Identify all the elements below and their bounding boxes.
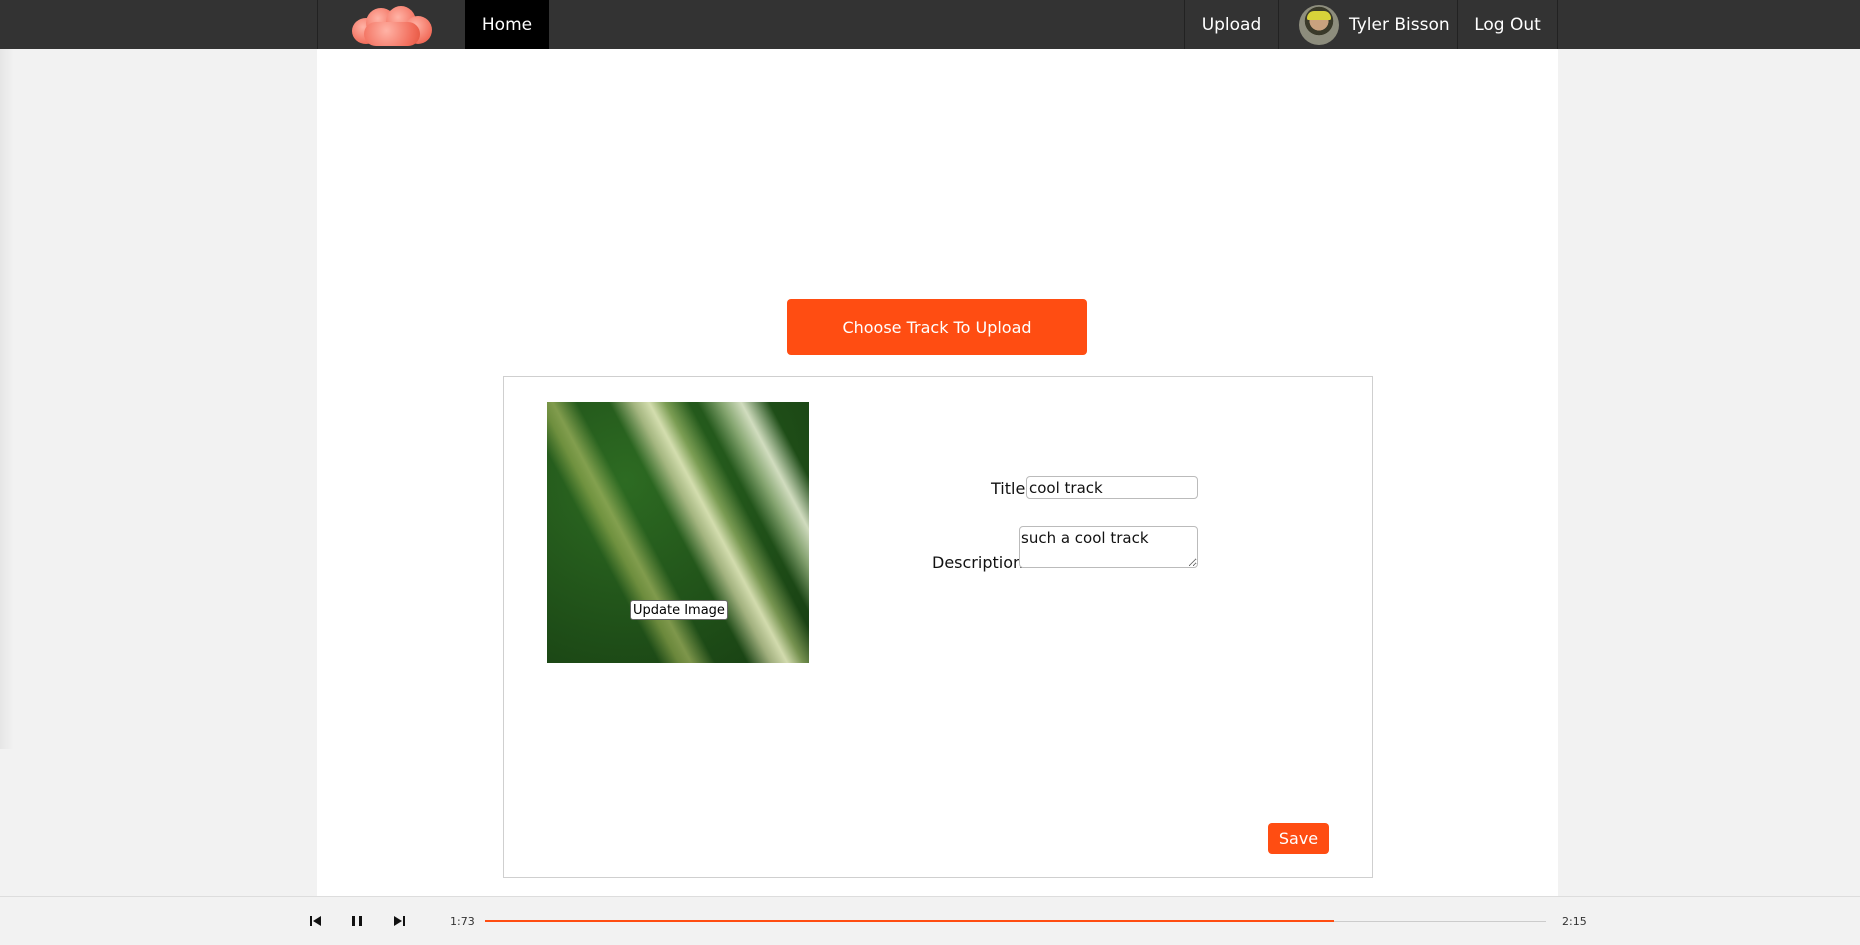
pause-icon[interactable] <box>349 913 365 929</box>
progress-bar[interactable] <box>485 920 1546 922</box>
nav-upload-label: Upload <box>1201 14 1262 35</box>
nav-logout-label: Log Out <box>1474 14 1541 35</box>
page-gutter <box>0 49 14 749</box>
update-image-button[interactable]: Update Image <box>630 600 728 620</box>
main-content: Choose Track To Upload Update Image Titl… <box>317 49 1558 896</box>
title-input[interactable] <box>1026 476 1198 499</box>
nav-container: Home Upload Tyler Bisson Log Out <box>317 0 1558 49</box>
audio-player-bar: 1:73 2:15 <box>0 896 1860 945</box>
nav-user-name: Tyler Bisson <box>1349 14 1450 35</box>
track-edit-form: Update Image Title Description such a co… <box>503 376 1373 878</box>
nav-user-profile[interactable]: Tyler Bisson <box>1278 0 1457 49</box>
nav-logout-link[interactable]: Log Out <box>1457 0 1557 49</box>
cloud-logo-icon <box>350 4 434 46</box>
nav-upload-link[interactable]: Upload <box>1184 0 1278 49</box>
total-time: 2:15 <box>1562 915 1587 928</box>
title-label: Title <box>991 479 1026 498</box>
track-cover-image: Update Image <box>547 402 809 663</box>
logo[interactable] <box>318 0 465 49</box>
choose-track-button[interactable]: Choose Track To Upload <box>787 299 1087 355</box>
description-input[interactable]: such a cool track <box>1019 526 1198 568</box>
current-time: 1:73 <box>450 915 475 928</box>
avatar <box>1299 4 1339 45</box>
save-button[interactable]: Save <box>1268 823 1329 854</box>
skip-next-icon[interactable] <box>391 913 407 929</box>
nav-home-label: Home <box>481 14 533 35</box>
save-label: Save <box>1278 829 1319 848</box>
top-navbar: Home Upload Tyler Bisson Log Out <box>0 0 1860 49</box>
progress-fill <box>485 920 1334 922</box>
skip-previous-icon[interactable] <box>308 913 324 929</box>
nav-home-link[interactable]: Home <box>465 0 549 49</box>
description-label: Description <box>932 553 1024 572</box>
update-image-label: Update Image <box>633 602 725 618</box>
choose-track-label: Choose Track To Upload <box>842 317 1032 337</box>
